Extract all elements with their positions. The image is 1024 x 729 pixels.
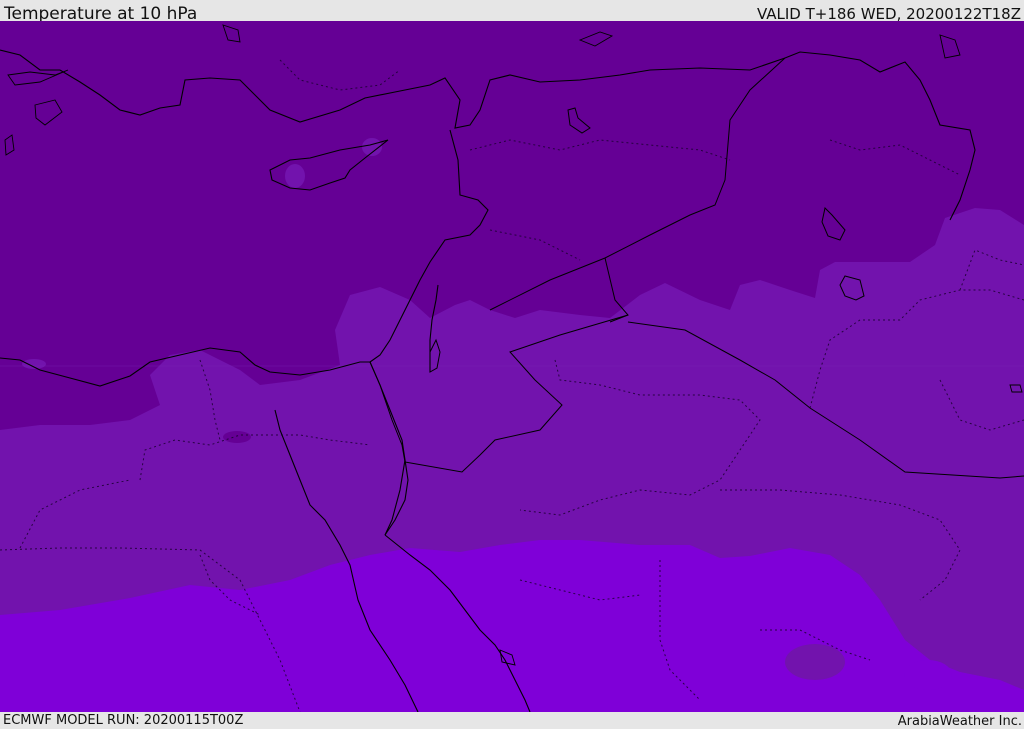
weather-map[interactable]: [0, 21, 1024, 712]
model-run-label: ECMWF MODEL RUN: 20200115T00Z: [3, 713, 244, 728]
warm-blob: [904, 660, 952, 690]
mid-blob: [785, 644, 845, 680]
temperature-field: [0, 21, 1024, 712]
credit-label: ArabiaWeather Inc.: [897, 714, 1022, 729]
cold-blob: [223, 431, 251, 443]
header-bar: Temperature at 10 hPa VALID T+186 WED, 2…: [0, 0, 1024, 24]
mid-blob-cyprus: [285, 164, 305, 188]
footer-bar: ECMWF MODEL RUN: 20200115T00Z ArabiaWeat…: [0, 712, 1024, 729]
